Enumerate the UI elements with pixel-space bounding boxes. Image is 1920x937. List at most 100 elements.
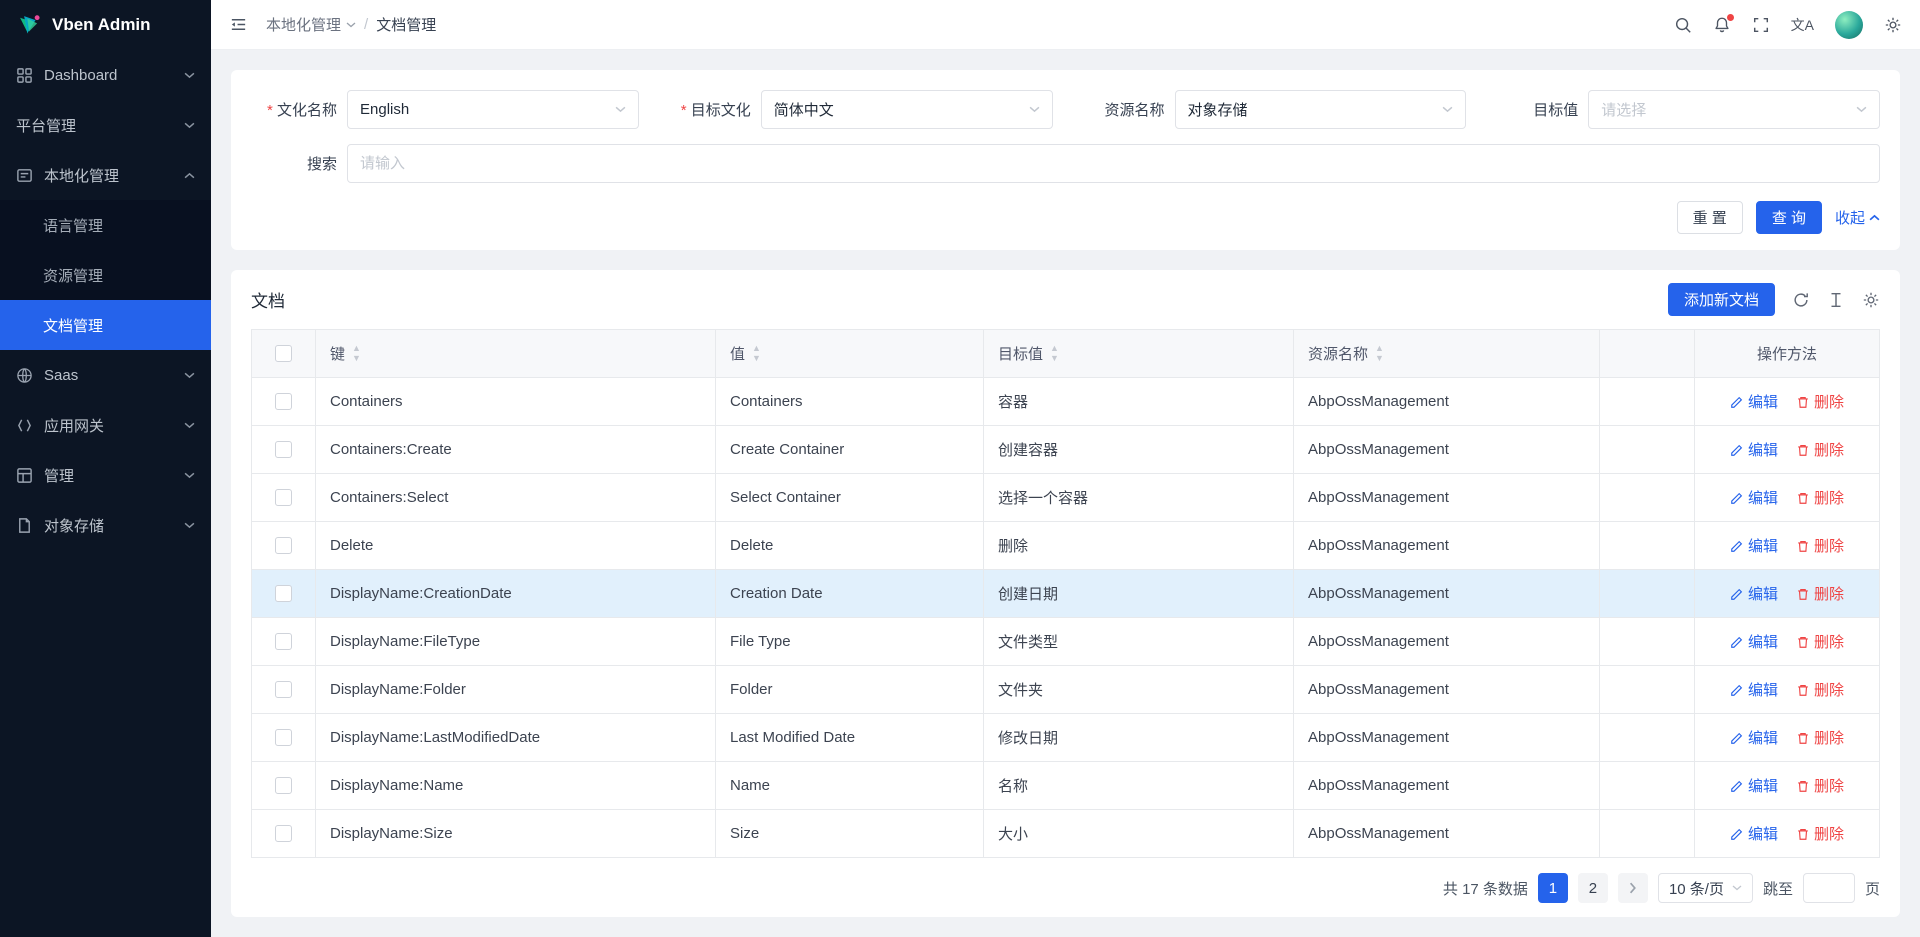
sidebar-item-gateway[interactable]: 应用网关 — [0, 400, 211, 450]
row-checkbox[interactable] — [275, 633, 292, 650]
edit-button[interactable]: 编辑 — [1730, 823, 1778, 844]
edit-button[interactable]: 编辑 — [1730, 727, 1778, 748]
cell-value: Last Modified Date — [716, 714, 984, 762]
page-button-1[interactable]: 1 — [1538, 873, 1568, 903]
search-icon[interactable] — [1674, 16, 1692, 34]
table-toolbar-actions: 添加新文档 — [1668, 283, 1880, 316]
edit-button[interactable]: 编辑 — [1730, 679, 1778, 700]
chevron-up-icon — [1869, 214, 1880, 221]
breadcrumb-parent[interactable]: 本地化管理 — [266, 14, 356, 35]
edit-button[interactable]: 编辑 — [1730, 775, 1778, 796]
column-header-resource[interactable]: 资源名称 — [1308, 343, 1368, 364]
cell-empty — [1600, 522, 1695, 570]
row-checkbox[interactable] — [275, 825, 292, 842]
sidebar-item-admin[interactable]: 管理 — [0, 450, 211, 500]
sort-icon[interactable]: ▲▼ — [352, 344, 361, 363]
next-page-button[interactable] — [1618, 873, 1648, 903]
refresh-icon[interactable] — [1792, 291, 1810, 309]
submenu-item-resource[interactable]: 资源管理 — [0, 250, 211, 300]
gear-icon[interactable] — [1884, 16, 1902, 34]
edit-button[interactable]: 编辑 — [1730, 535, 1778, 556]
sidebar-item-saas[interactable]: Saas — [0, 350, 211, 400]
page-size-select[interactable]: 10 条/页 — [1658, 873, 1753, 903]
search-input[interactable] — [347, 144, 1880, 183]
fullscreen-icon[interactable] — [1752, 16, 1770, 34]
sidebar-item-oss[interactable]: 对象存储 — [0, 500, 211, 550]
delete-button[interactable]: 删除 — [1796, 583, 1844, 604]
cell-resource: AbpOssManagement — [1294, 570, 1600, 618]
column-settings-icon[interactable] — [1862, 291, 1880, 309]
cell-value: Create Container — [716, 426, 984, 474]
delete-button[interactable]: 删除 — [1796, 823, 1844, 844]
column-header-key[interactable]: 键 — [330, 343, 345, 364]
cell-key: Containers:Select — [316, 474, 716, 522]
page-button-2[interactable]: 2 — [1578, 873, 1608, 903]
reset-button[interactable]: 重 置 — [1677, 201, 1743, 234]
cell-resource: AbpOssManagement — [1294, 810, 1600, 858]
target-value-select[interactable]: 请选择 — [1588, 90, 1880, 129]
sort-icon[interactable]: ▲▼ — [752, 344, 761, 363]
app-logo[interactable]: Vben Admin — [0, 0, 211, 50]
jump-page-input[interactable] — [1803, 873, 1855, 903]
resource-name-select[interactable]: 对象存储 — [1175, 90, 1467, 129]
translate-icon[interactable]: 文A — [1791, 15, 1814, 35]
cell-target: 删除 — [984, 522, 1294, 570]
cell-value: Select Container — [716, 474, 984, 522]
cell-target: 容器 — [984, 378, 1294, 426]
submenu-item-language[interactable]: 语言管理 — [0, 200, 211, 250]
select-value: 对象存储 — [1188, 99, 1248, 120]
delete-button[interactable]: 删除 — [1796, 535, 1844, 556]
submenu-item-document[interactable]: 文档管理 — [0, 300, 211, 350]
row-checkbox[interactable] — [275, 537, 292, 554]
select-value: English — [360, 101, 409, 118]
target-culture-select[interactable]: 简体中文 — [761, 90, 1053, 129]
delete-button[interactable]: 删除 — [1796, 679, 1844, 700]
add-document-button[interactable]: 添加新文档 — [1668, 283, 1775, 316]
row-checkbox[interactable] — [275, 489, 292, 506]
sidebar-item-platform[interactable]: 平台管理 — [0, 100, 211, 150]
row-checkbox[interactable] — [275, 681, 292, 698]
delete-button[interactable]: 删除 — [1796, 775, 1844, 796]
column-header-target[interactable]: 目标值 — [998, 343, 1043, 364]
delete-button[interactable]: 删除 — [1796, 727, 1844, 748]
select-placeholder: 请选择 — [1601, 99, 1646, 120]
query-button[interactable]: 查 询 — [1756, 201, 1822, 234]
pencil-icon — [1730, 539, 1744, 553]
row-checkbox[interactable] — [275, 777, 292, 794]
cell-value: Size — [716, 810, 984, 858]
delete-button[interactable]: 删除 — [1796, 631, 1844, 652]
edit-button[interactable]: 编辑 — [1730, 631, 1778, 652]
bell-icon[interactable] — [1713, 16, 1731, 34]
row-checkbox[interactable] — [275, 441, 292, 458]
row-checkbox[interactable] — [275, 729, 292, 746]
sort-icon[interactable]: ▲▼ — [1050, 344, 1059, 363]
delete-button[interactable]: 删除 — [1796, 487, 1844, 508]
cell-value: Name — [716, 762, 984, 810]
avatar[interactable] — [1835, 11, 1863, 39]
delete-button[interactable]: 删除 — [1796, 391, 1844, 412]
globe-icon — [16, 367, 33, 384]
row-checkbox[interactable] — [275, 585, 292, 602]
culture-name-label: 文化名称 — [251, 99, 337, 120]
culture-name-select[interactable]: English — [347, 90, 639, 129]
jump-label: 跳至 — [1763, 878, 1793, 899]
sidebar-item-localization[interactable]: 本地化管理 — [0, 150, 211, 200]
row-height-icon[interactable] — [1827, 291, 1845, 309]
culture-name-field: 文化名称 English — [251, 90, 665, 129]
sidebar-item-dashboard[interactable]: Dashboard — [0, 50, 211, 100]
dashboard-icon — [16, 67, 33, 84]
column-header-value[interactable]: 值 — [730, 343, 745, 364]
menu-fold-icon[interactable] — [229, 15, 248, 34]
cell-key: Containers — [316, 378, 716, 426]
resource-name-label: 资源名称 — [1079, 99, 1165, 120]
delete-button[interactable]: 删除 — [1796, 439, 1844, 460]
row-checkbox[interactable] — [275, 393, 292, 410]
edit-button[interactable]: 编辑 — [1730, 439, 1778, 460]
edit-button[interactable]: 编辑 — [1730, 391, 1778, 412]
collapse-link[interactable]: 收起 — [1835, 207, 1880, 228]
cell-empty — [1600, 426, 1695, 474]
sort-icon[interactable]: ▲▼ — [1375, 344, 1384, 363]
edit-button[interactable]: 编辑 — [1730, 583, 1778, 604]
select-all-checkbox[interactable] — [275, 345, 292, 362]
edit-button[interactable]: 编辑 — [1730, 487, 1778, 508]
